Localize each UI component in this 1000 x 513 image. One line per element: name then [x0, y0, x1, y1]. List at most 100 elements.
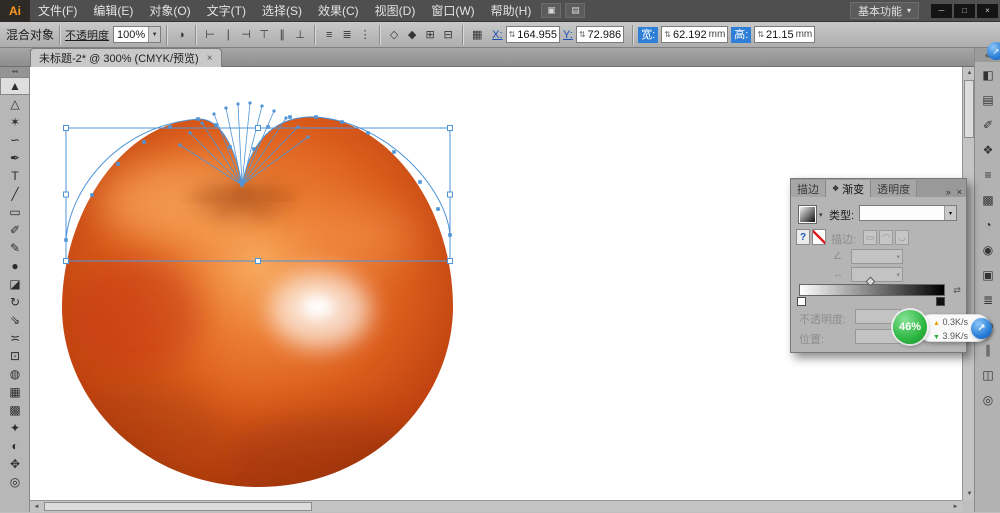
- shape-builder-tool[interactable]: ◍: [0, 365, 30, 383]
- mesh-tool[interactable]: ▦: [0, 383, 30, 401]
- align-left-icon[interactable]: ⊢: [201, 26, 219, 44]
- eraser-tool[interactable]: ◪: [0, 275, 30, 293]
- scroll-right-icon[interactable]: ►: [949, 501, 962, 513]
- tab-stroke[interactable]: 描边: [791, 180, 826, 197]
- menu-effect[interactable]: 效果(C): [310, 0, 367, 22]
- width-tool[interactable]: ≍: [0, 329, 30, 347]
- stroke-within-icon[interactable]: ▭: [863, 230, 877, 245]
- horizontal-scroll-thumb[interactable]: [44, 502, 312, 511]
- screen-mode-icon[interactable]: ▤: [565, 3, 585, 18]
- pencil-tool[interactable]: ✎: [0, 239, 30, 257]
- document-tab[interactable]: 未标题-2* @ 300% (CMYK/预览) ×: [30, 48, 222, 67]
- symbols-panel-icon[interactable]: ❖: [975, 137, 1000, 162]
- arrange-documents-icon[interactable]: ▣: [541, 3, 561, 18]
- stroke-along-icon[interactable]: ◠: [879, 230, 893, 245]
- floating-ball-docked-icon[interactable]: ↗: [987, 42, 1000, 60]
- menu-window[interactable]: 窗口(W): [423, 0, 482, 22]
- close-button[interactable]: ×: [977, 4, 998, 18]
- brushes-panel-icon[interactable]: ✐: [975, 112, 1000, 137]
- selection-tool[interactable]: ▲: [0, 77, 30, 95]
- swatch-menu-icon[interactable]: ▾: [819, 211, 823, 219]
- free-transform-tool[interactable]: ⊡: [0, 347, 30, 365]
- panel-close-icon[interactable]: ×: [957, 187, 962, 197]
- help-badge[interactable]: ?: [796, 229, 810, 245]
- panel-collapse-icon[interactable]: »: [946, 187, 951, 197]
- convert-corner-icon[interactable]: ◇: [385, 26, 403, 44]
- restore-button[interactable]: □: [954, 4, 975, 18]
- blend-tool[interactable]: ◐: [0, 437, 30, 455]
- menu-file[interactable]: 文件(F): [30, 0, 85, 22]
- gradient-panel-icon[interactable]: ▩: [975, 187, 1000, 212]
- convert-smooth-icon[interactable]: ◆: [403, 26, 421, 44]
- menu-view[interactable]: 视图(D): [367, 0, 424, 22]
- gradient-slider[interactable]: [799, 284, 945, 296]
- swatches-panel-icon[interactable]: ▤: [975, 87, 1000, 112]
- distribute-center-icon[interactable]: ≣: [338, 26, 356, 44]
- appearance-panel-icon[interactable]: ◉: [975, 237, 1000, 262]
- graphic-styles-panel-icon[interactable]: ▣: [975, 262, 1000, 287]
- height-label[interactable]: 高:: [731, 27, 751, 43]
- navigator-panel-icon[interactable]: ◎: [975, 387, 1000, 412]
- rectangle-tool[interactable]: ▭: [0, 203, 30, 221]
- zoom-tool[interactable]: ◎: [0, 473, 30, 491]
- opacity-link[interactable]: 不透明度: [65, 27, 109, 43]
- align-right-icon[interactable]: ⊣: [237, 26, 255, 44]
- gradient-stop-start[interactable]: [797, 297, 806, 306]
- rotate-tool[interactable]: ↻: [0, 293, 30, 311]
- reverse-gradient-icon[interactable]: ⇄: [950, 283, 964, 297]
- gradient-stop-end[interactable]: [936, 297, 945, 306]
- pathfinder-panel-icon[interactable]: ◫: [975, 362, 1000, 387]
- tab-gradient[interactable]: ❖ 渐变: [826, 180, 871, 197]
- spinner-icon[interactable]: ⇅: [509, 31, 516, 39]
- transform-grid-icon[interactable]: ▦: [468, 26, 486, 44]
- recolor-artwork-icon[interactable]: ◑: [172, 26, 190, 44]
- stroke-across-icon[interactable]: ◡: [895, 230, 909, 245]
- menu-select[interactable]: 选择(S): [254, 0, 310, 22]
- tab-close-icon[interactable]: ×: [207, 53, 213, 64]
- type-tool[interactable]: T: [0, 167, 30, 185]
- spinner-icon[interactable]: ⇅: [579, 31, 586, 39]
- height-input[interactable]: ⇅ 21.15 mm: [754, 26, 815, 43]
- align-h-center-icon[interactable]: ∣: [219, 26, 237, 44]
- horizontal-scrollbar[interactable]: ◄ ►: [30, 500, 962, 512]
- spinner-icon[interactable]: ⇅: [664, 31, 671, 39]
- angle-dropdown[interactable]: ▾: [851, 249, 903, 264]
- align-v-center-icon[interactable]: ∥: [273, 26, 291, 44]
- align-bottom-icon[interactable]: ⊥: [291, 26, 309, 44]
- distribute-bottom-icon[interactable]: ⋮: [356, 26, 374, 44]
- lasso-tool[interactable]: ∽: [0, 131, 30, 149]
- scroll-left-icon[interactable]: ◄: [30, 501, 43, 513]
- stroke-panel-icon[interactable]: ≡: [975, 162, 1000, 187]
- menu-type[interactable]: 文字(T): [199, 0, 254, 22]
- gradient-tool[interactable]: ▩: [0, 401, 30, 419]
- minimize-button[interactable]: ─: [931, 4, 952, 18]
- show-handles-icon[interactable]: ⊞: [421, 26, 439, 44]
- speedup-ball[interactable]: 46%: [893, 310, 927, 344]
- vertical-scroll-thumb[interactable]: [964, 80, 974, 138]
- x-label[interactable]: X:: [492, 29, 502, 41]
- width-input[interactable]: ⇅ 62.192 mm: [661, 26, 728, 43]
- workspace-switcher[interactable]: 基本功能 ▾: [850, 2, 919, 19]
- menu-object[interactable]: 对象(O): [141, 0, 198, 22]
- hand-tool[interactable]: ✥: [0, 455, 30, 473]
- gradient-type-dropdown[interactable]: ▾: [859, 205, 957, 221]
- transparency-panel-icon[interactable]: ◔: [975, 212, 1000, 237]
- tab-transparency[interactable]: 透明度: [871, 180, 917, 197]
- line-segment-tool[interactable]: ╱: [0, 185, 30, 203]
- pen-tool[interactable]: ✒: [0, 149, 30, 167]
- opacity-dropdown[interactable]: 100% ▼: [113, 26, 161, 43]
- blob-brush-tool[interactable]: ●: [0, 257, 30, 275]
- y-input[interactable]: ⇅ 72.986: [576, 26, 624, 43]
- y-label[interactable]: Y:: [563, 29, 573, 41]
- hide-handles-icon[interactable]: ⊟: [439, 26, 457, 44]
- menu-help[interactable]: 帮助(H): [483, 0, 540, 22]
- scale-tool[interactable]: ⇘: [0, 311, 30, 329]
- aspect-ratio-dropdown[interactable]: ▾: [851, 267, 903, 282]
- align-top-icon[interactable]: ⊤: [255, 26, 273, 44]
- x-input[interactable]: ⇅ 164.955: [506, 26, 560, 43]
- distribute-top-icon[interactable]: ≡: [320, 26, 338, 44]
- color-panel-icon[interactable]: ◧: [975, 62, 1000, 87]
- magic-wand-tool[interactable]: ✶: [0, 113, 30, 131]
- browser-ball-icon[interactable]: ↗: [971, 318, 992, 339]
- menu-edit[interactable]: 编辑(E): [85, 0, 141, 22]
